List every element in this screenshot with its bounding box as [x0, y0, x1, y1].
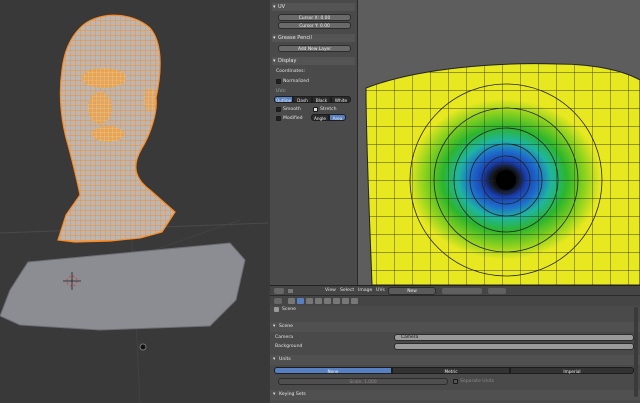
separate-units-label: Separate Units — [460, 379, 495, 384]
unit-metric-button[interactable]: Metric — [392, 367, 510, 374]
separate-units-checkbox[interactable] — [453, 379, 458, 384]
normalized-label: Normalized — [283, 79, 310, 84]
body-mesh — [0, 242, 246, 331]
uv-style-white[interactable]: White — [331, 96, 351, 103]
grease-pencil-header[interactable]: Grease Pencil — [272, 34, 355, 42]
scene-section-header[interactable]: Scene — [270, 322, 640, 332]
modified-label: Modified — [283, 116, 303, 121]
stretch-label: Stretch — [320, 107, 337, 112]
object-tab-icon[interactable] — [315, 298, 322, 304]
editor-type-icon[interactable] — [274, 288, 284, 294]
menu-uvs[interactable]: UVs — [376, 288, 385, 293]
background-label: Background — [275, 344, 303, 349]
smooth-label: Smooth — [283, 107, 301, 112]
stretch-checkbox[interactable] — [313, 107, 318, 112]
display-section-header[interactable]: Display — [272, 57, 355, 65]
menu-view[interactable]: View — [325, 288, 336, 293]
material-tab-icon[interactable] — [342, 298, 349, 304]
image-new-button[interactable]: New — [388, 287, 436, 295]
stretch-mode-area[interactable]: Area — [329, 114, 346, 121]
scene-tab-icon[interactable] — [297, 298, 304, 304]
unit-imperial-button[interactable]: Imperial — [510, 367, 634, 374]
add-new-layer-button[interactable]: Add New Layer — [278, 45, 351, 52]
modifiers-tab-icon[interactable] — [324, 298, 331, 304]
properties-scrollbar[interactable] — [634, 307, 638, 397]
uvs-label: UVs: — [276, 89, 287, 94]
uv-properties-panel: UV Cursor X: 0.00 Cursor Y: 0.00 Grease … — [270, 0, 358, 285]
uv-stretch-map[interactable] — [358, 0, 640, 285]
render-tab-icon[interactable] — [288, 298, 295, 304]
stretch-mode-angle[interactable]: Angle — [311, 114, 329, 121]
uv-style-dash[interactable]: Dash — [293, 96, 312, 103]
coordinates-label: Coordinates: — [276, 69, 306, 74]
view-tools-group[interactable] — [442, 288, 482, 294]
smooth-checkbox[interactable] — [276, 107, 281, 112]
menu-image[interactable]: Image — [358, 288, 372, 293]
uv-style-outline[interactable]: Outline — [274, 96, 293, 103]
camera-field[interactable]: Camera — [394, 334, 634, 341]
uv-style-black[interactable]: Black — [312, 96, 331, 103]
units-section-header[interactable]: Units — [270, 355, 640, 365]
origin-icon — [139, 343, 147, 351]
properties-editor: Scene Scene Camera Camera Background Uni… — [270, 295, 640, 403]
cursor-x-field[interactable]: Cursor X: 0.00 — [278, 14, 351, 21]
modified-checkbox[interactable] — [276, 116, 281, 121]
properties-tabs — [270, 295, 640, 306]
snap-tools-group[interactable] — [488, 288, 506, 294]
normalized-checkbox[interactable] — [276, 79, 281, 84]
uv-section-header[interactable]: UV — [272, 3, 355, 11]
scale-field[interactable]: Scale: 1.000 — [278, 378, 448, 385]
background-field[interactable] — [394, 343, 634, 350]
breadcrumb: Scene — [282, 307, 297, 312]
texture-tab-icon[interactable] — [351, 298, 358, 304]
pin-icon[interactable] — [274, 307, 279, 312]
menu-select[interactable]: Select — [340, 288, 354, 293]
camera-label: Camera — [275, 335, 294, 340]
keying-sets-section-header[interactable]: Keying Sets — [270, 390, 640, 400]
head-mesh — [57, 14, 176, 243]
cursor-y-field[interactable]: Cursor Y: 0.00 — [278, 22, 351, 29]
uv-editor-canvas[interactable] — [358, 0, 640, 285]
3d-viewport[interactable] — [0, 0, 268, 403]
data-tab-icon[interactable] — [333, 298, 340, 304]
unit-none-button[interactable]: None — [274, 367, 392, 374]
world-tab-icon[interactable] — [306, 298, 313, 304]
viewport-scene[interactable] — [0, 0, 268, 403]
editor-type-icon[interactable] — [274, 298, 282, 304]
collapse-menu-icon[interactable] — [288, 289, 293, 293]
